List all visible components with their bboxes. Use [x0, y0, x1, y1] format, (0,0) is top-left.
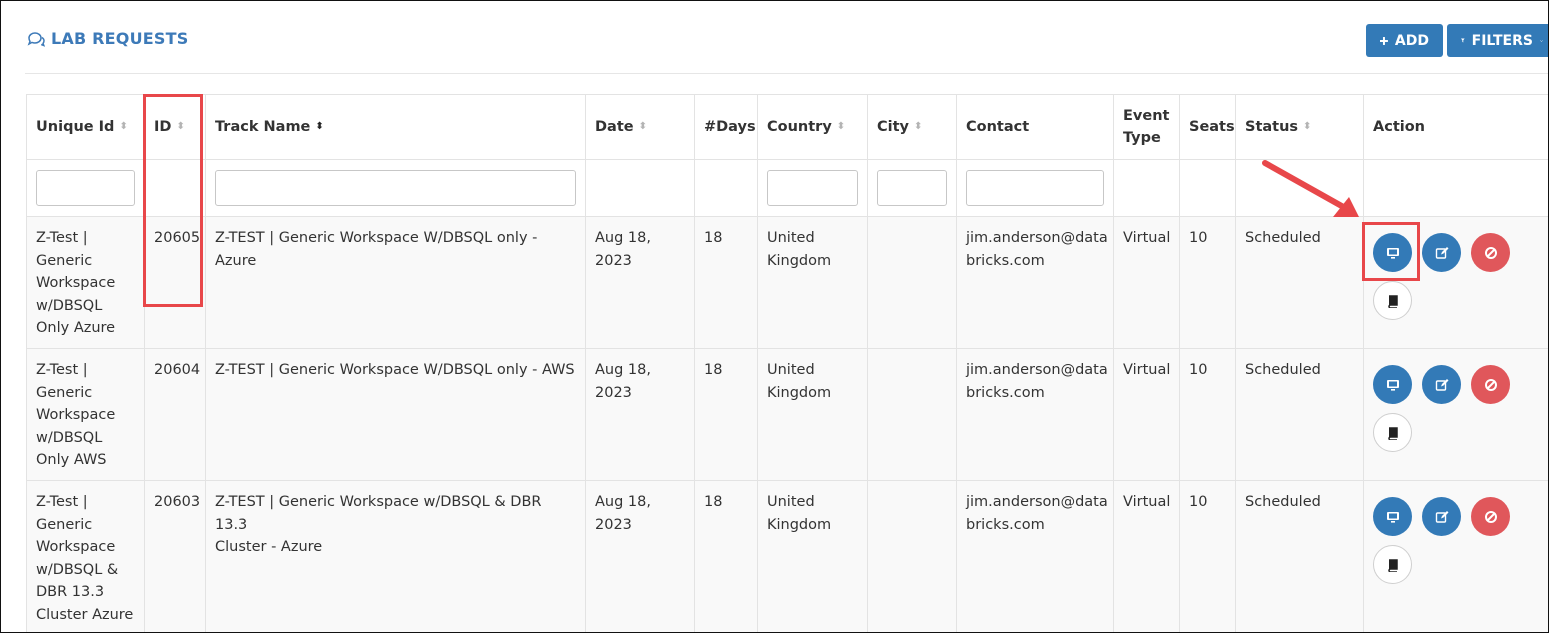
cell-contact: jim.anderson@data bricks.com	[956, 216, 1114, 349]
sort-icon[interactable]: ⬍	[1303, 122, 1311, 132]
sort-icon[interactable]: ⬍	[639, 122, 647, 132]
cell-days: 18	[694, 480, 758, 632]
col-header-action: Action	[1363, 94, 1548, 160]
edit-button[interactable]	[1422, 497, 1461, 536]
add-button[interactable]: ADD	[1366, 24, 1443, 57]
comments-icon	[27, 31, 45, 47]
cell-contact: jim.anderson@data bricks.com	[956, 480, 1114, 632]
city-filter-input[interactable]	[877, 170, 947, 206]
ban-icon	[1484, 378, 1497, 391]
cell-date: Aug 18, 2023	[585, 216, 695, 349]
sort-icon[interactable]: ⬍	[837, 122, 845, 132]
instructions-button[interactable]	[1373, 413, 1412, 452]
cell-country: United Kingdom	[757, 480, 868, 632]
col-header-unique-id[interactable]: Unique Id ⬍	[26, 94, 145, 160]
title-divider	[25, 73, 1548, 74]
cell-event-type: Virtual	[1113, 480, 1180, 632]
sort-icon[interactable]: ⬍	[914, 122, 922, 132]
cell-action	[1363, 480, 1548, 632]
cell-track-name: Z-TEST | Generic Workspace w/DBSQL & DBR…	[205, 480, 586, 632]
edit-icon	[1435, 378, 1448, 391]
cell-seats: 10	[1179, 216, 1236, 349]
sort-icon[interactable]: ⬍	[119, 122, 127, 132]
page-title: LAB REQUESTS	[27, 29, 188, 48]
page-title-text: LAB REQUESTS	[51, 29, 189, 48]
book-icon	[1387, 558, 1398, 572]
ban-icon	[1484, 246, 1497, 259]
add-button-label: ADD	[1394, 32, 1429, 49]
filters-button[interactable]: FILTERS	[1447, 24, 1548, 57]
ban-icon	[1484, 510, 1497, 523]
country-filter-input[interactable]	[767, 170, 858, 206]
cell-date: Aug 18, 2023	[585, 348, 695, 481]
id-column-highlight	[143, 94, 203, 307]
cell-city	[867, 216, 957, 349]
cell-contact: jim.anderson@data bricks.com	[956, 348, 1114, 481]
cell-id: 20603	[144, 480, 206, 632]
cell-days: 18	[694, 216, 758, 349]
cell-city	[867, 348, 957, 481]
cell-event-type: Virtual	[1113, 348, 1180, 481]
edit-icon	[1435, 246, 1448, 259]
plus-icon	[1380, 36, 1388, 45]
cell-seats: 10	[1179, 348, 1236, 481]
header-row: Unique Id ⬍ ID ⬍ Track Name ⬍ Date ⬍ #Days C…	[26, 94, 1548, 160]
edit-icon	[1435, 510, 1448, 523]
cell-country: United Kingdom	[757, 216, 868, 349]
col-header-seats: Seats	[1179, 94, 1236, 160]
col-header-days: #Days	[694, 94, 758, 160]
cell-track-name: Z-TEST | Generic Workspace W/DBSQL only …	[205, 348, 586, 481]
app-frame: LAB REQUESTS ADD FILTERS Unique Id ⬍ ID ⬍ …	[0, 0, 1549, 633]
col-header-country[interactable]: Country ⬍	[757, 94, 868, 160]
filter-icon	[1461, 38, 1465, 43]
cell-date: Aug 18, 2023	[585, 480, 695, 632]
edit-button[interactable]	[1422, 233, 1461, 272]
instructions-button[interactable]	[1373, 545, 1412, 584]
col-header-track-name[interactable]: Track Name ⬍	[205, 94, 586, 160]
launch-desktop-button[interactable]	[1373, 497, 1412, 536]
col-header-status[interactable]: Status ⬍	[1235, 94, 1364, 160]
edit-button[interactable]	[1422, 365, 1461, 404]
desktop-icon	[1386, 511, 1399, 523]
unique-id-filter-input[interactable]	[36, 170, 135, 206]
cell-days: 18	[694, 348, 758, 481]
cell-id: 20604	[144, 348, 206, 481]
track-name-filter-input[interactable]	[215, 170, 576, 206]
cell-city	[867, 480, 957, 632]
col-header-contact: Contact	[956, 94, 1114, 160]
filters-button-label: FILTERS	[1471, 32, 1533, 49]
cell-unique-id: Z-Test | Generic Workspace w/DBSQL Only AWS	[26, 348, 145, 481]
book-icon	[1387, 294, 1398, 308]
cancel-request-button[interactable]	[1471, 497, 1510, 536]
table-row: Z-Test | Generic Workspace w/DBSQL Only AWS …	[26, 348, 1548, 481]
col-header-city[interactable]: City ⬍	[867, 94, 957, 160]
cancel-request-button[interactable]	[1471, 233, 1510, 272]
cell-track-name: Z-TEST | Generic Workspace W/DBSQL only …	[205, 216, 586, 349]
book-icon	[1387, 426, 1398, 440]
cell-status: Scheduled	[1235, 348, 1364, 481]
col-header-event-type: Event Type	[1113, 94, 1180, 160]
cancel-request-button[interactable]	[1471, 365, 1510, 404]
instructions-button[interactable]	[1373, 281, 1412, 320]
cell-action	[1363, 348, 1548, 481]
col-header-date[interactable]: Date ⬍	[585, 94, 695, 160]
contact-filter-input[interactable]	[966, 170, 1104, 206]
desktop-icon	[1386, 379, 1399, 391]
table-row: Z-Test | Generic Workspace w/DBSQL & DBR 13.…	[26, 480, 1548, 632]
cell-unique-id: Z-Test | Generic Workspace w/DBSQL & DBR 13.…	[26, 480, 145, 632]
launch-desktop-button[interactable]	[1373, 365, 1412, 404]
cell-status: Scheduled	[1235, 480, 1364, 632]
chevron-down-icon	[1540, 39, 1543, 42]
cell-event-type: Virtual	[1113, 216, 1180, 349]
cell-country: United Kingdom	[757, 348, 868, 481]
cell-unique-id: Z-Test | Generic Workspace w/DBSQL Only Azur…	[26, 216, 145, 349]
cell-seats: 10	[1179, 480, 1236, 632]
annotation-arrow-icon	[1262, 160, 1359, 217]
sort-icon[interactable]: ⬍	[315, 122, 323, 132]
